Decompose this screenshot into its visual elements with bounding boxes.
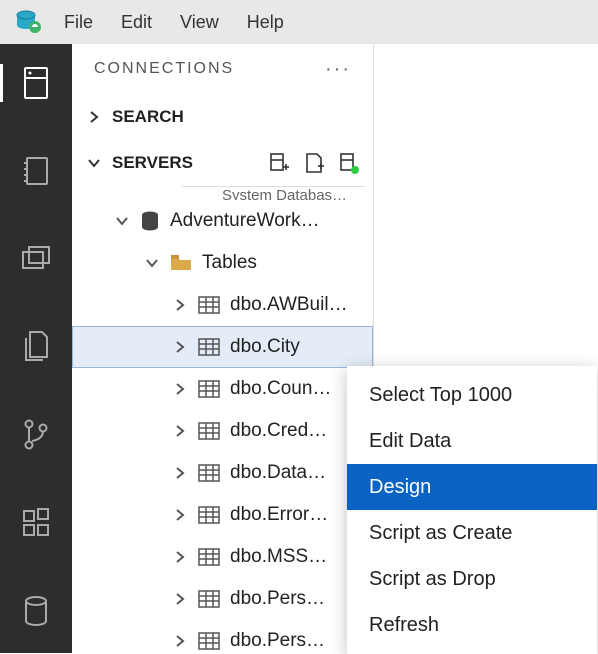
menu-help[interactable]: Help [233,0,298,44]
table-label: dbo.Coun… [230,378,331,400]
table-label: dbo.AWBuil… [230,294,348,316]
panel-header: CONNECTIONS ··· [72,44,373,94]
branch-icon [21,418,51,452]
cylinder-icon [23,595,49,627]
table-icon [198,506,220,524]
tree-table-node[interactable]: dbo.Coun… [72,368,373,410]
table-icon [198,590,220,608]
chevron-right-icon [172,297,188,313]
tree-cut-row: System Databas… [182,186,365,200]
search-section[interactable]: SEARCH [72,94,373,140]
table-label: dbo.Pers… [230,630,325,652]
activity-bar [0,44,72,653]
activity-explorer[interactable] [0,232,72,286]
tree-table-node[interactable]: dbo.AWBuil… [72,284,373,326]
activity-notebooks[interactable] [0,144,72,198]
tree-table-node[interactable]: dbo.Pers… [72,620,373,653]
windows-icon [20,244,52,274]
context-menu-item[interactable]: Script as Drop [347,556,597,602]
servers-label: SERVERS [112,153,193,173]
table-label: dbo.City [230,336,300,358]
menu-file[interactable]: File [50,0,107,44]
tree-table-node[interactable]: dbo.Pers… [72,578,373,620]
context-menu-item[interactable]: Refresh [347,602,597,648]
files-icon [21,330,51,364]
activity-files[interactable] [0,320,72,374]
database-cloud-icon [13,7,43,37]
table-label: dbo.Pers… [230,588,325,610]
menu-view[interactable]: View [166,0,233,44]
chevron-down-icon [114,213,130,229]
context-menu-item[interactable]: Select Top 1000 [347,372,597,418]
activity-database[interactable] [0,584,72,638]
search-label: SEARCH [112,107,184,127]
tree-database-node[interactable]: AdventureWork… [72,200,373,242]
tree-table-node[interactable]: dbo.Data… [72,452,373,494]
table-icon [198,338,220,356]
context-menu-item[interactable]: Edit Data [347,418,597,464]
database-label: AdventureWork… [170,210,320,232]
new-connection-icon[interactable] [269,152,289,174]
table-icon [198,632,220,650]
chevron-right-icon [86,109,102,125]
activity-connections[interactable] [0,56,72,110]
chevron-right-icon [172,465,188,481]
tree-table-node[interactable]: dbo.Cred… [72,410,373,452]
tables-label: Tables [202,252,257,274]
chevron-right-icon [172,633,188,649]
table-icon [198,296,220,314]
chevron-down-icon [86,155,102,171]
menu-edit[interactable]: Edit [107,0,166,44]
table-icon [198,548,220,566]
chevron-right-icon [172,423,188,439]
tree-table-node[interactable]: dbo.Error… [72,494,373,536]
menubar: File Edit View Help [0,0,598,44]
activity-source-control[interactable] [0,408,72,462]
table-label: dbo.Error… [230,504,328,526]
table-label: dbo.MSS… [230,546,327,568]
activity-extensions[interactable] [0,496,72,550]
table-label: dbo.Cred… [230,420,327,442]
folder-icon [170,254,192,272]
chevron-right-icon [172,339,188,355]
database-icon [140,210,160,232]
extensions-icon [21,508,51,538]
tree-tables-folder[interactable]: Tables [72,242,373,284]
chevron-right-icon [172,591,188,607]
panel-more-icon[interactable]: ··· [325,58,351,81]
table-icon [198,422,220,440]
cut-label: System Databas… [222,187,347,200]
servers-section[interactable]: SERVERS [72,140,373,186]
chevron-right-icon [172,507,188,523]
connections-sidebar: CONNECTIONS ··· SEARCH SERVERS [72,44,374,653]
active-connections-icon[interactable] [339,152,359,174]
chevron-right-icon [172,549,188,565]
table-icon [198,464,220,482]
chevron-down-icon [144,255,160,271]
table-label: dbo.Data… [230,462,326,484]
panel-title: CONNECTIONS [94,60,234,78]
table-context-menu: Select Top 1000Edit DataDesignScript as … [347,366,597,654]
chevron-right-icon [172,381,188,397]
object-explorer-tree: System Databas… AdventureWork… Tables [72,186,373,653]
app-logo [6,0,50,44]
notebook-icon [21,155,51,187]
tree-table-node[interactable]: dbo.City [72,326,373,368]
new-query-icon[interactable] [303,152,325,174]
tree-table-node[interactable]: dbo.MSS… [72,536,373,578]
context-menu-item[interactable]: Script as Create [347,510,597,556]
table-icon [198,380,220,398]
server-icon [21,66,51,100]
context-menu-item[interactable]: Design [347,464,597,510]
